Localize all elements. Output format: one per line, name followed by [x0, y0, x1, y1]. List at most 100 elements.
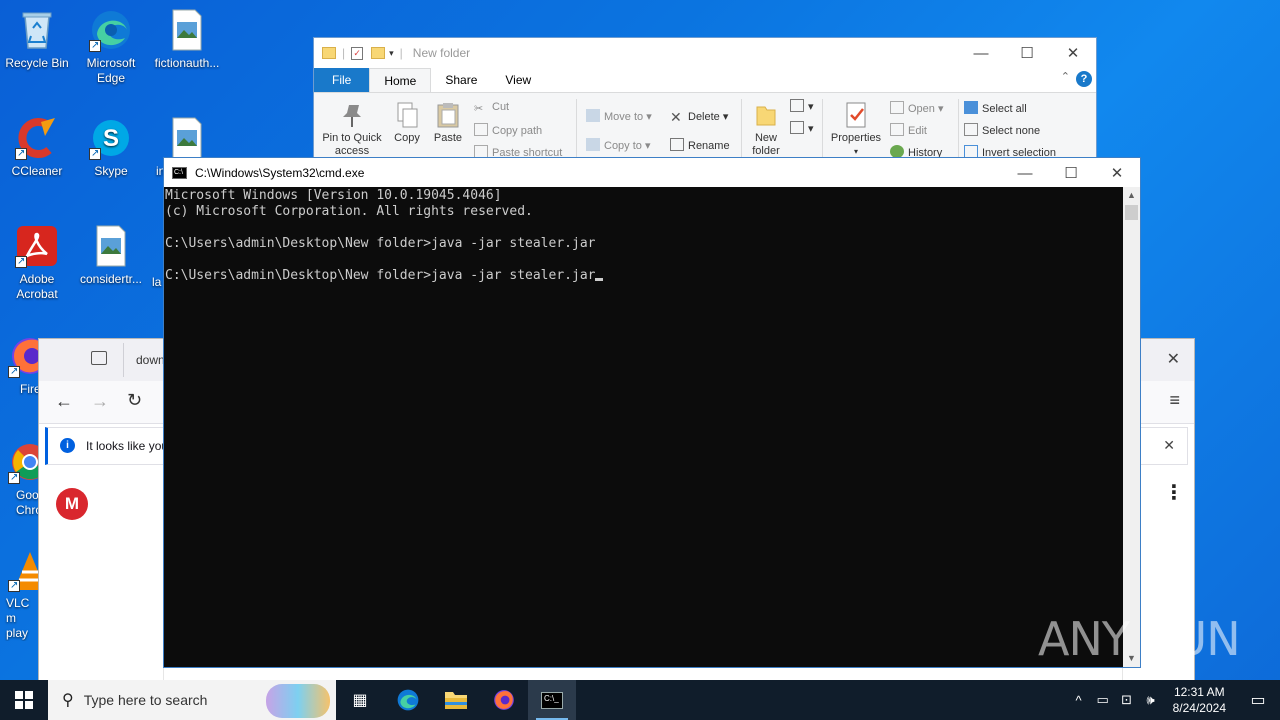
maximize-button[interactable]: ☐ — [1004, 38, 1050, 68]
properties-button[interactable]: Properties ▾ — [826, 101, 886, 158]
edit-button[interactable]: Edit — [890, 123, 927, 137]
tab-file[interactable]: File — [314, 68, 370, 92]
browser-close-button[interactable]: ✕ — [1167, 349, 1180, 369]
desktop-icon-google-chrome[interactable]: Goo Chro — [0, 440, 40, 518]
copy-to-button[interactable]: Copy to ▾ — [586, 138, 651, 152]
select-all-label: Select all — [982, 103, 1027, 115]
close-button[interactable]: ✕ — [1050, 38, 1096, 68]
copy-path-button[interactable]: Copy path — [474, 123, 542, 137]
new-item-button[interactable]: ▾ — [790, 99, 814, 113]
firefox-view-icon[interactable] — [91, 351, 107, 365]
copy-path-label: Copy path — [492, 125, 543, 137]
open-button[interactable]: Open ▾ — [890, 101, 944, 115]
image-file-icon — [165, 116, 209, 160]
taskbar: ⚲ Type here to search ▦ C:\_ ^ ▭ ⊡ 🕪 12:… — [0, 680, 1280, 720]
delete-label: Delete — [688, 111, 720, 123]
console-prompt-line[interactable]: C:\Users\admin\Desktop\New folder>java -… — [165, 268, 1124, 284]
separator: | — [342, 46, 346, 60]
delete-button[interactable]: ✕ Delete ▾ — [670, 109, 728, 125]
desktop-icon-ccleaner[interactable]: CCleaner — [0, 116, 74, 179]
folder-icon — [322, 47, 336, 59]
taskbar-search-box[interactable]: ⚲ Type here to search — [48, 680, 336, 720]
minimize-button[interactable]: — — [1002, 158, 1048, 188]
select-none-button[interactable]: Select none — [964, 123, 1040, 137]
reload-icon[interactable]: ↻ — [127, 390, 142, 411]
taskbar-firefox-button[interactable] — [480, 680, 528, 720]
edge-icon — [397, 689, 419, 711]
help-icon[interactable]: ? — [1076, 71, 1092, 87]
cut-button[interactable]: ✂ Cut — [474, 101, 509, 115]
new-folder-button[interactable]: New folder — [746, 101, 786, 158]
copy-icon — [394, 101, 420, 129]
maximize-button[interactable]: ☐ — [1048, 158, 1094, 188]
desktop-icon-microsoft-edge[interactable]: Microsoft Edge — [74, 8, 148, 86]
collapse-ribbon-icon[interactable]: ⌃ — [1061, 70, 1070, 83]
pin-icon — [339, 101, 365, 129]
rename-icon — [670, 138, 684, 151]
cmd-titlebar[interactable]: C:\ C:\Windows\System32\cmd.exe — [164, 158, 1140, 187]
pin-to-quick-access-button[interactable]: Pin to Quick access — [318, 101, 386, 158]
close-button[interactable]: ✕ — [1094, 158, 1140, 188]
console-output[interactable]: Microsoft Windows [Version 10.0.19045.40… — [164, 187, 1124, 667]
paste-button[interactable]: Paste — [430, 101, 466, 145]
network-icon[interactable]: ⊡ — [1115, 692, 1139, 708]
console-line: C:\Users\admin\Desktop\New folder>java -… — [165, 268, 596, 283]
back-icon[interactable]: ← — [55, 391, 73, 412]
copy-button[interactable]: Copy — [390, 101, 424, 145]
taskbar-cmd-button[interactable]: C:\_ — [528, 680, 576, 720]
desktop-icon-adobe-acrobat[interactable]: Adobe Acrobat — [0, 224, 74, 302]
desktop-icon-fictionauth[interactable]: fictionauth... — [150, 8, 224, 71]
scrollbar-thumb[interactable] — [1125, 205, 1138, 220]
new-folder-icon — [753, 101, 779, 129]
device-icon[interactable]: ▭ — [1091, 692, 1115, 708]
more-options-icon[interactable]: ⋮ — [1164, 483, 1184, 503]
text-cursor — [595, 278, 604, 281]
start-button[interactable] — [0, 680, 48, 720]
cmd-window-title: C:\Windows\System32\cmd.exe — [195, 165, 365, 180]
desktop-icon-recycle-bin[interactable]: Recycle Bin — [0, 8, 74, 71]
desktop-icon-label: Recycle Bin — [5, 56, 69, 70]
easy-access-button[interactable]: ▾ — [790, 121, 814, 135]
move-to-button[interactable]: Move to ▾ — [586, 109, 652, 123]
desktop-icon-firefox[interactable]: Fire — [0, 334, 40, 397]
rename-label: Rename — [688, 140, 730, 152]
edge-icon — [89, 8, 133, 53]
cut-label: Cut — [492, 101, 510, 113]
notification-center-icon[interactable]: ▭ — [1236, 690, 1280, 710]
vertical-scrollbar[interactable]: ▲ ▼ — [1123, 187, 1140, 667]
mega-logo-icon[interactable]: M — [56, 488, 88, 520]
app-menu-icon[interactable]: ≡ — [1169, 390, 1180, 411]
cmd-window[interactable]: C:\ C:\Windows\System32\cmd.exe — ☐ ✕ Mi… — [163, 157, 1141, 668]
taskbar-file-explorer-button[interactable] — [432, 680, 480, 720]
new-folder-quick-icon[interactable] — [371, 47, 386, 59]
image-file-icon — [165, 8, 209, 52]
desktop-icon-considertr[interactable]: considertr... — [74, 224, 148, 287]
file-explorer-icon — [445, 692, 467, 709]
notification-close-button[interactable]: ✕ — [1163, 437, 1175, 454]
task-view-button[interactable]: ▦ — [336, 680, 384, 720]
rename-button[interactable]: Rename — [670, 138, 730, 152]
browser-tab-title: down — [136, 353, 165, 367]
file-explorer-window[interactable]: | ✓ ▾ | New folder — ☐ ✕ File Home Share… — [313, 37, 1097, 178]
taskbar-edge-button[interactable] — [384, 680, 432, 720]
minimize-button[interactable]: — — [958, 38, 1004, 68]
properties-quick-icon[interactable]: ✓ — [351, 46, 364, 60]
desktop-icon-label: Fire — [20, 382, 40, 396]
forward-icon[interactable]: → — [91, 391, 109, 412]
scroll-up-icon[interactable]: ▲ — [1123, 187, 1140, 204]
desktop-icon-skype[interactable]: S Skype — [74, 116, 148, 179]
desktop-icon-label: Adobe Acrobat — [16, 272, 58, 301]
tab-view[interactable]: View — [491, 68, 545, 92]
desktop-icon-vlc[interactable]: VLC m play — [0, 548, 40, 641]
tab-share[interactable]: Share — [431, 68, 491, 92]
tab-home[interactable]: Home — [369, 68, 432, 92]
quick-access-dropdown-icon[interactable]: ▾ — [389, 48, 394, 59]
vlc-icon — [8, 548, 40, 593]
show-hidden-icons-chevron-icon[interactable]: ^ — [1067, 693, 1091, 708]
volume-icon[interactable]: 🕪 — [1139, 692, 1163, 708]
desktop-icon-label: Goo Chro — [16, 488, 40, 517]
clock[interactable]: 12:31 AM 8/24/2024 — [1163, 684, 1236, 716]
select-all-button[interactable]: Select all — [964, 101, 1027, 115]
desktop-icon-label: fictionauth... — [154, 56, 220, 70]
notification-text: It looks like you — [86, 439, 169, 453]
